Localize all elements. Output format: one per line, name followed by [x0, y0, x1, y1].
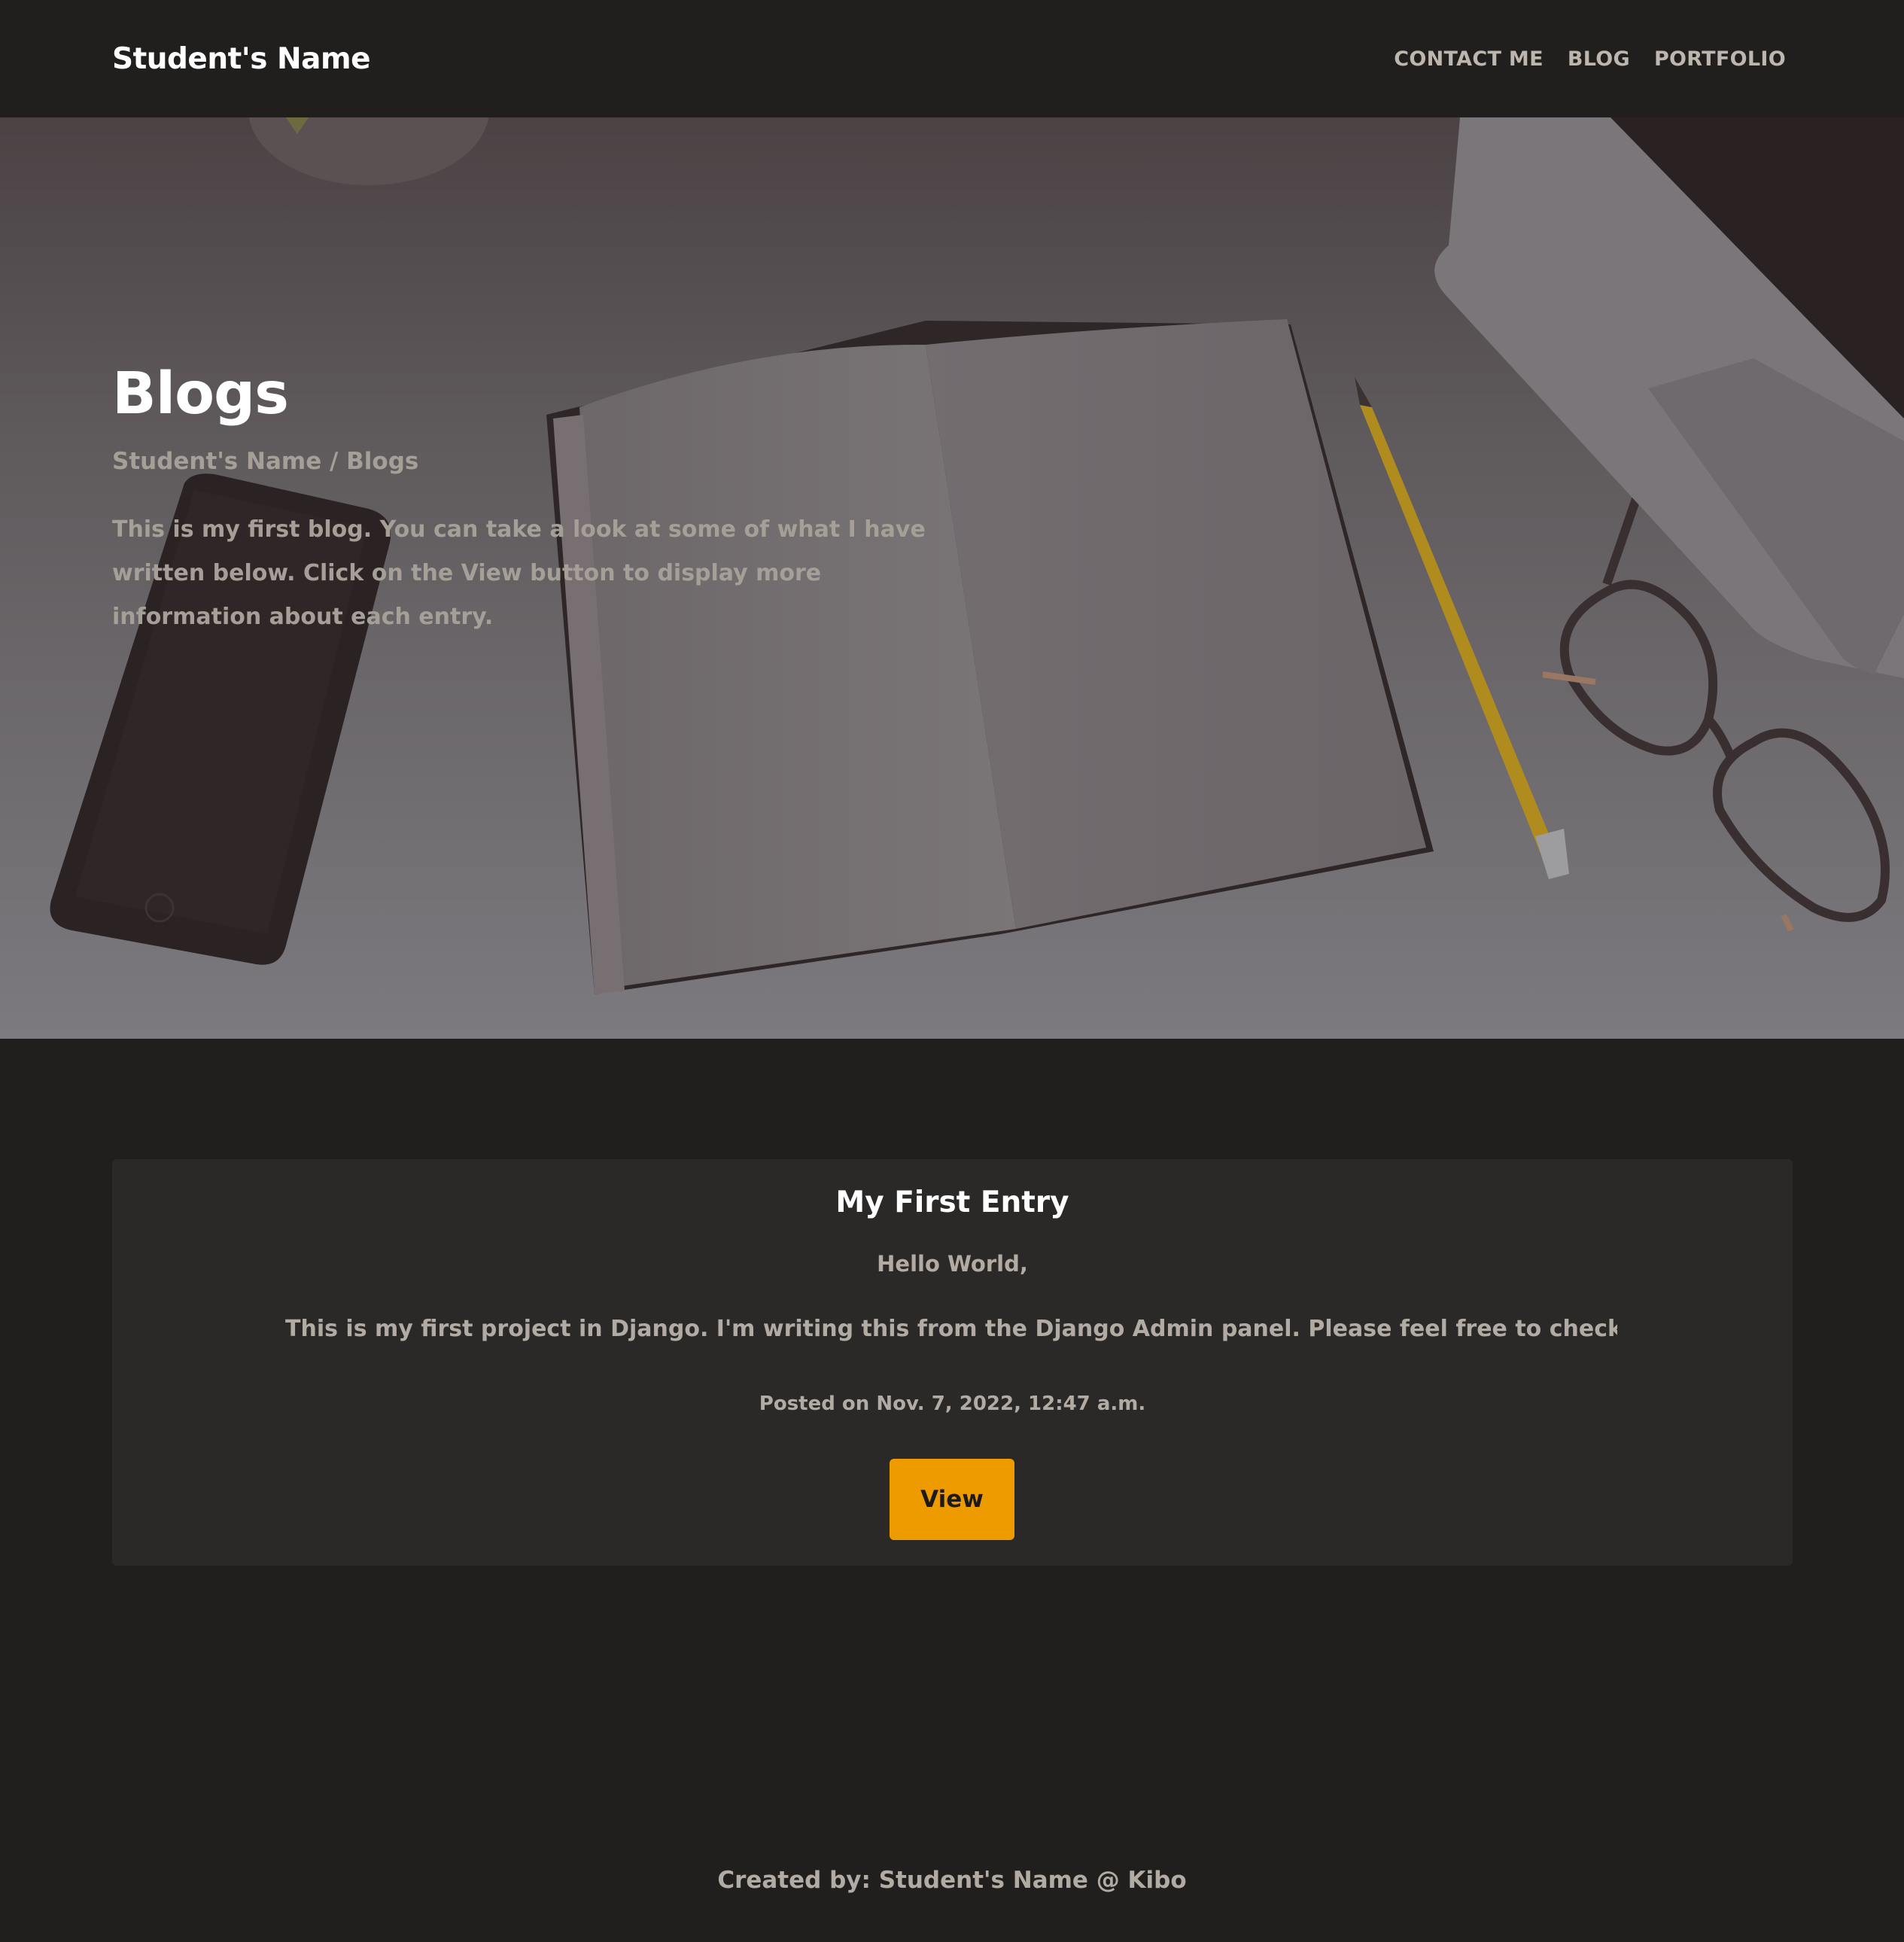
hero-section: Blogs Student's Name / Blogs This is my … [0, 117, 1904, 1039]
entry-title: My First Entry [835, 1186, 1069, 1219]
view-button[interactable]: View [890, 1459, 1014, 1540]
hero-content: Blogs Student's Name / Blogs This is my … [112, 361, 947, 639]
entry-excerpt: This is my first project in Django. I'm … [285, 1316, 1617, 1342]
page-title: Blogs [112, 361, 289, 428]
breadcrumb: Student's Name / Blogs [112, 447, 419, 475]
brand-link[interactable]: Student's Name [112, 42, 371, 76]
entry-date: Posted on Nov. 7, 2022, 12:47 a.m. [759, 1393, 1146, 1415]
footer-credit: Created by: Student's Name @ Kibo [717, 1867, 1187, 1894]
entry-greeting: Hello World, [877, 1251, 1028, 1277]
blog-entry-card: My First Entry Hello World, This is my f… [112, 1159, 1793, 1566]
hero-description: This is my first blog. You can take a lo… [112, 516, 926, 630]
nav-link-contact-me[interactable]: CONTACT ME [1394, 47, 1544, 71]
nav-link-blog[interactable]: BLOG [1568, 47, 1630, 71]
nav-links: CONTACT ME BLOG PORTFOLIO [1394, 47, 1786, 71]
top-navbar: Student's Name CONTACT ME BLOG PORTFOLIO [0, 0, 1904, 117]
nav-link-portfolio[interactable]: PORTFOLIO [1654, 47, 1786, 71]
